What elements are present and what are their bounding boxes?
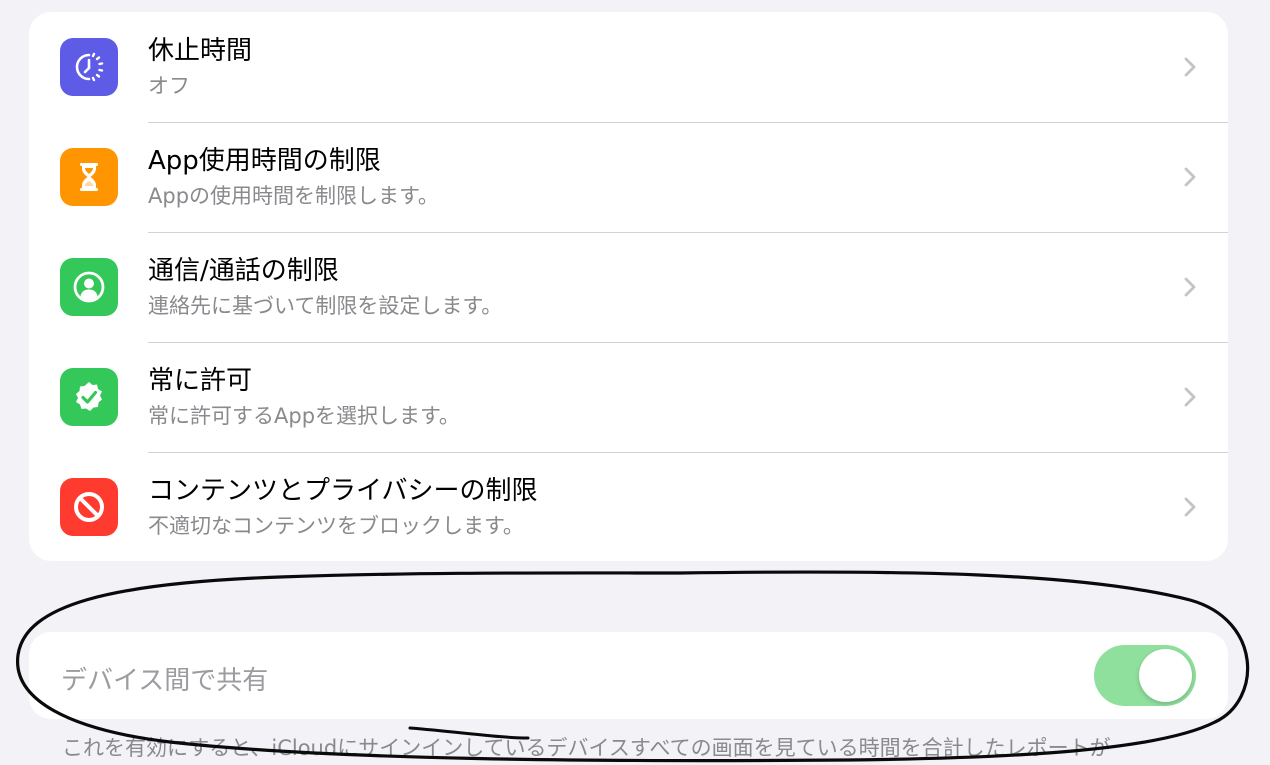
checkmark-seal-icon [60, 368, 118, 426]
downtime-title: 休止時間 [148, 36, 253, 66]
downtime-row[interactable]: 休止時間 オフ [29, 12, 1228, 122]
app-limits-row[interactable]: App使用時間の制限 Appの使用時間を制限します。 [29, 122, 1228, 232]
chevron-right-icon [1182, 385, 1198, 409]
content-privacy-title: コンテンツとプライバシーの制限 [148, 476, 538, 506]
downtime-icon [60, 38, 118, 96]
chevron-right-icon [1182, 165, 1198, 189]
app-limits-subtitle: Appの使用時間を制限します。 [148, 184, 439, 208]
share-across-devices-group: デバイス間で共有 [29, 632, 1228, 719]
chevron-right-icon [1182, 275, 1198, 299]
chevron-right-icon [1182, 55, 1198, 79]
hourglass-icon [60, 148, 118, 206]
person-circle-icon [60, 258, 118, 316]
app-limits-title: App使用時間の制限 [148, 146, 381, 176]
communication-limits-title: 通信/通話の制限 [148, 256, 339, 286]
chevron-right-icon [1182, 495, 1198, 519]
toggle-knob [1139, 649, 1192, 702]
share-footer-text: これを有効にすると、iCloudにサインインしているデバイスすべての画面を見てい… [62, 736, 1111, 760]
content-privacy-subtitle: 不適切なコンテンツをブロックします。 [148, 514, 524, 538]
share-across-devices-label: デバイス間で共有 [61, 666, 269, 696]
always-allowed-subtitle: 常に許可するAppを選択します。 [148, 404, 460, 428]
communication-limits-row[interactable]: 通信/通話の制限 連絡先に基づいて制限を設定します。 [29, 232, 1228, 342]
content-privacy-row[interactable]: コンテンツとプライバシーの制限 不適切なコンテンツをブロックします。 [29, 452, 1228, 561]
always-allowed-row[interactable]: 常に許可 常に許可するAppを選択します。 [29, 342, 1228, 452]
communication-limits-subtitle: 連絡先に基づいて制限を設定します。 [148, 294, 503, 318]
downtime-subtitle: オフ [148, 74, 190, 98]
screen-time-limits-group: 休止時間 オフ App使用時間の制限 Appの使用時間を制限します。 通信/通話… [29, 12, 1228, 561]
always-allowed-title: 常に許可 [148, 366, 253, 396]
share-across-devices-toggle[interactable] [1094, 645, 1196, 706]
prohibited-icon [60, 478, 118, 536]
